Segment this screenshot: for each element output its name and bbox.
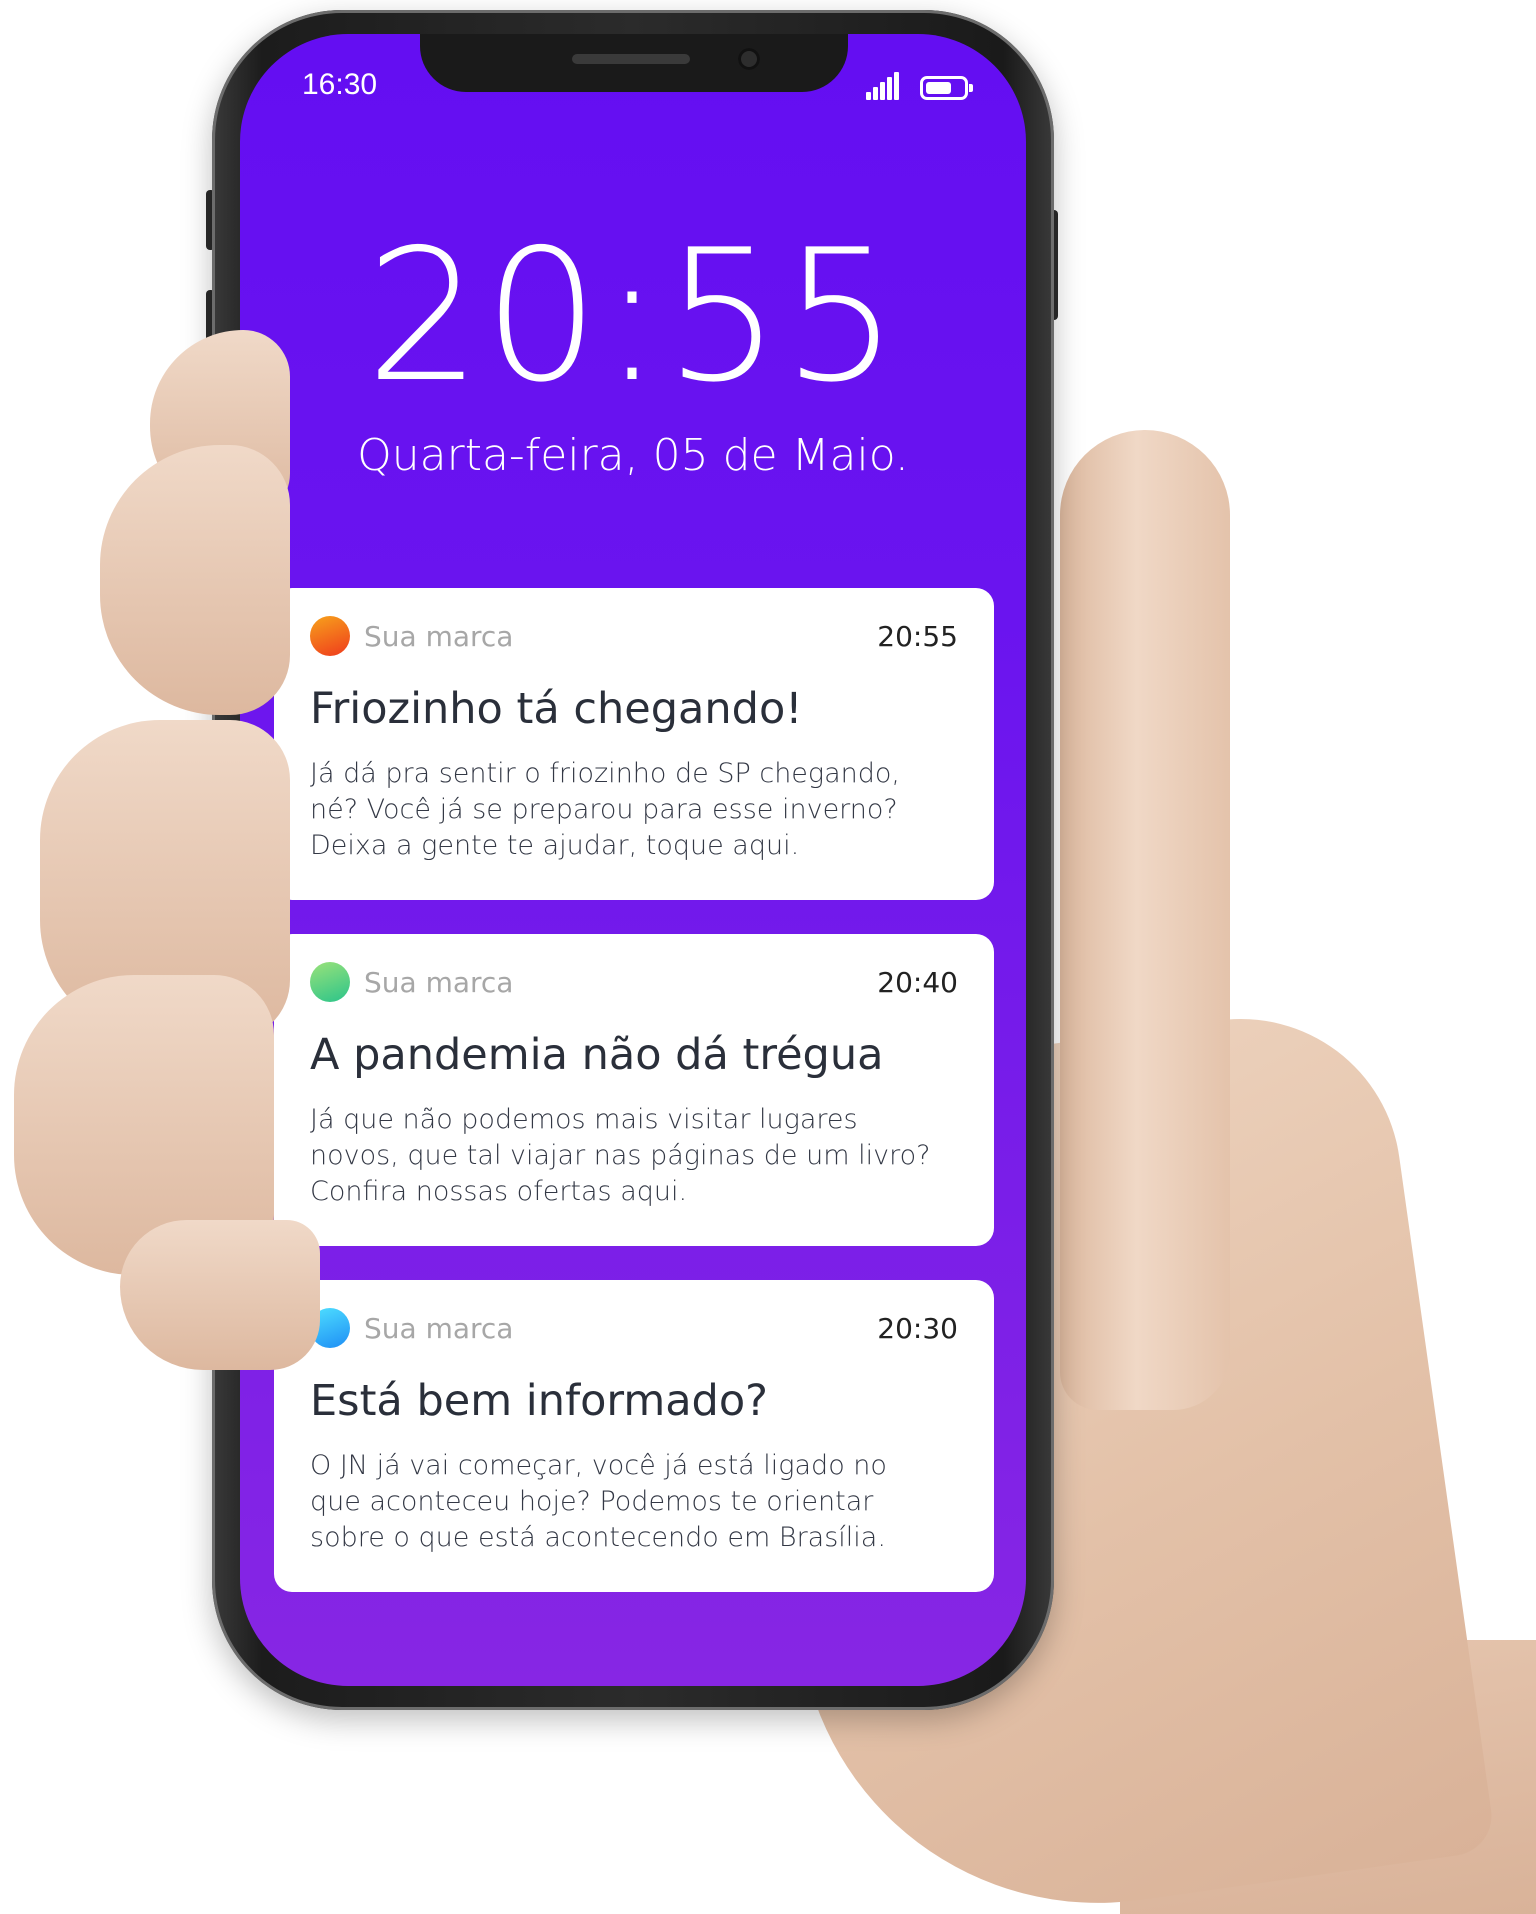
notification-body-line: novos, que tal viajar nas páginas de um … bbox=[310, 1140, 931, 1171]
notification-card[interactable]: Sua marca 20:40 A pandemia não dá trégua… bbox=[274, 934, 994, 1246]
notification-body-line: né? Você já se preparou para esse invern… bbox=[310, 794, 898, 825]
notification-body-line: O JN já vai começar, você já está ligado… bbox=[310, 1450, 887, 1481]
notification-title: Está bem informado? bbox=[310, 1376, 768, 1426]
notification-card[interactable]: Sua marca 20:55 Friozinho tá chegando! J… bbox=[274, 588, 994, 900]
photo-stage: 16:30 20:55 Quarta-feira, 05 de Maio. Su… bbox=[0, 0, 1536, 1914]
app-icon bbox=[310, 962, 350, 1002]
hand-finger bbox=[100, 445, 290, 715]
front-camera-icon bbox=[738, 48, 760, 70]
notification-body-line: que aconteceu hoje? Podemos te orientar bbox=[310, 1486, 874, 1517]
notification-app-name: Sua marca bbox=[364, 620, 514, 653]
notification-time: 20:30 bbox=[877, 1312, 958, 1345]
notification-time: 20:40 bbox=[877, 966, 958, 999]
hand-thumb bbox=[1060, 430, 1230, 1410]
notification-time: 20:55 bbox=[877, 620, 958, 653]
notification-body: Já que não podemos mais visitar lugares … bbox=[310, 1102, 962, 1210]
notification-card[interactable]: Sua marca 20:30 Está bem informado? O JN… bbox=[274, 1280, 994, 1592]
lock-screen: 16:30 20:55 Quarta-feira, 05 de Maio. Su… bbox=[240, 34, 1026, 1686]
notification-body: Já dá pra sentir o friozinho de SP chega… bbox=[310, 756, 962, 864]
battery-level-fill bbox=[926, 82, 951, 94]
app-icon bbox=[310, 616, 350, 656]
notification-title: A pandemia não dá trégua bbox=[310, 1030, 884, 1080]
signal-bars-icon bbox=[866, 72, 900, 100]
notification-body: O JN já vai começar, você já está ligado… bbox=[310, 1448, 962, 1556]
notification-body-line: Já dá pra sentir o friozinho de SP chega… bbox=[310, 758, 901, 789]
notification-title: Friozinho tá chegando! bbox=[310, 684, 803, 734]
lockscreen-date: Quarta-feira, 05 de Maio. bbox=[357, 430, 909, 481]
notification-body-line: Deixa a gente te ajudar, toque aqui. bbox=[310, 830, 800, 861]
notification-header: Sua marca 20:55 bbox=[310, 616, 962, 660]
notification-app-name: Sua marca bbox=[364, 966, 514, 999]
battery-icon bbox=[920, 76, 973, 100]
notification-header: Sua marca 20:40 bbox=[310, 962, 962, 1006]
notch bbox=[420, 34, 848, 92]
notification-body-line: sobre o que está acontecendo em Brasília… bbox=[310, 1522, 886, 1553]
earpiece-speaker bbox=[572, 54, 690, 64]
lockscreen-clock: 20:55 bbox=[365, 210, 901, 422]
status-bar-time: 16:30 bbox=[302, 68, 378, 101]
notification-header: Sua marca 20:30 bbox=[310, 1308, 962, 1352]
notification-body-line: Já que não podemos mais visitar lugares bbox=[310, 1104, 858, 1135]
hand-finger bbox=[120, 1220, 320, 1370]
notification-body-line: Confira nossas ofertas aqui. bbox=[310, 1176, 688, 1207]
notification-app-name: Sua marca bbox=[364, 1312, 514, 1345]
